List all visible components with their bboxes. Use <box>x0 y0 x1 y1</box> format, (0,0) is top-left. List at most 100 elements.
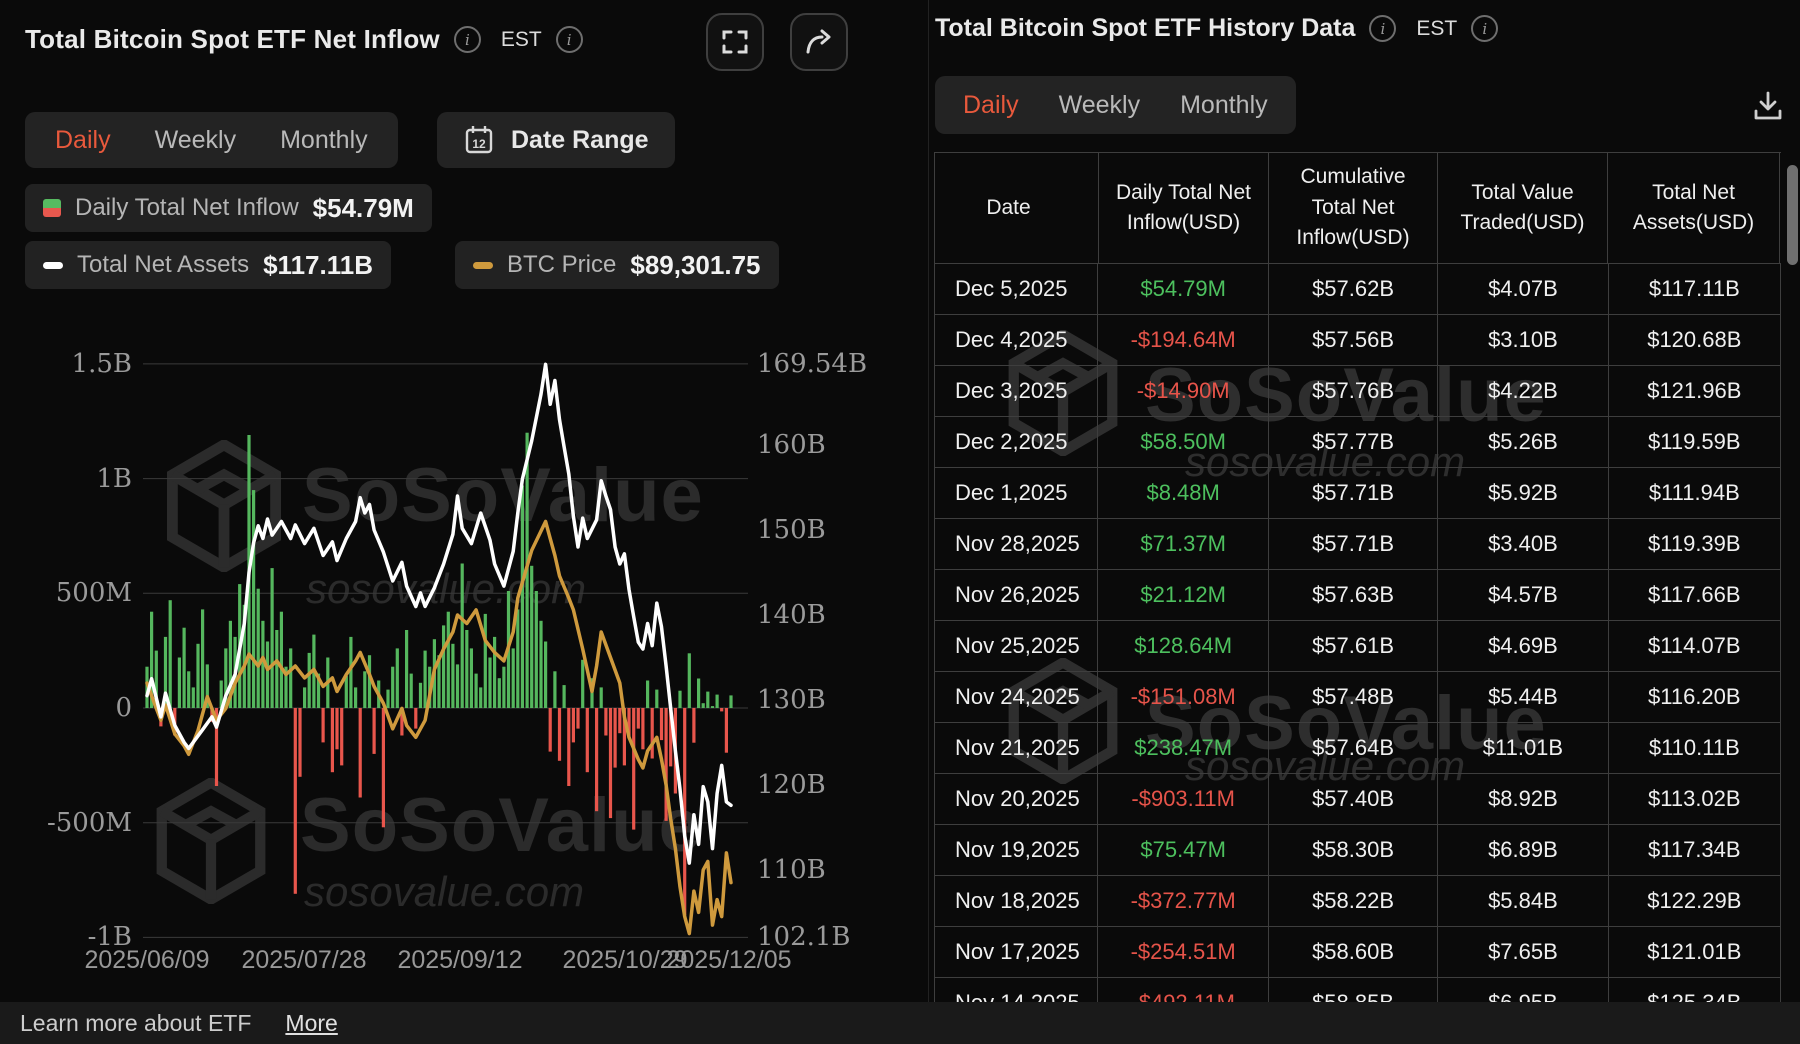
table-row[interactable]: Nov 24,2025-$151.08M$57.48B$5.44B$116.20… <box>935 672 1781 723</box>
assets-cell: $113.02B <box>1609 774 1781 824</box>
inflow-bar-positive <box>275 630 278 708</box>
inflow-bar-negative <box>604 708 607 736</box>
table-row[interactable]: Nov 26,2025$21.12M$57.63B$4.57B$117.66B <box>935 570 1781 621</box>
column-header: Date <box>935 153 1099 263</box>
date-cell: Dec 1,2025 <box>935 468 1098 518</box>
inflow-bar-negative <box>414 708 417 729</box>
inflow-bar-negative <box>720 708 723 711</box>
traded-cell: $3.10B <box>1438 315 1608 365</box>
table-scrollbar[interactable] <box>1787 165 1798 265</box>
inflow-bar-negative <box>660 708 663 740</box>
table-row[interactable]: Dec 5,2025$54.79M$57.62B$4.07B$117.11B <box>935 264 1781 315</box>
inflow-bar-negative <box>586 708 589 772</box>
inflow-bar-positive <box>516 609 519 708</box>
inflow-bar-negative <box>651 708 654 759</box>
table-row[interactable]: Nov 18,2025-$372.77M$58.22B$5.84B$122.29… <box>935 876 1781 927</box>
assets-cell: $119.59B <box>1609 417 1781 467</box>
download-button[interactable] <box>1748 86 1788 126</box>
assets-cell: $117.66B <box>1609 570 1781 620</box>
table-row[interactable]: Nov 19,2025$75.47M$58.30B$6.89B$117.34B <box>935 825 1781 876</box>
inflow-cell: $238.47M <box>1098 723 1268 773</box>
info-icon[interactable]: i <box>1471 15 1498 42</box>
assets-cell: $121.96B <box>1609 366 1781 416</box>
assets-cell: $119.39B <box>1609 519 1781 569</box>
assets-cell: $111.94B <box>1609 468 1781 518</box>
tab-daily[interactable]: Daily <box>963 91 1019 120</box>
cumulative-cell: $57.77B <box>1269 417 1438 467</box>
y-axis-right-tick: 110B <box>757 857 826 883</box>
table-row[interactable]: Dec 4,2025-$194.64M$57.56B$3.10B$120.68B <box>935 315 1781 366</box>
inflow-bar-positive <box>424 651 427 708</box>
info-icon[interactable]: i <box>1369 15 1396 42</box>
table-row[interactable]: Nov 28,2025$71.37M$57.71B$3.40B$119.39B <box>935 519 1781 570</box>
traded-cell: $4.69B <box>1438 621 1608 671</box>
inflow-bar-positive <box>289 648 292 708</box>
inflow-bar-negative <box>609 708 612 818</box>
inflow-bar-positive <box>252 490 255 708</box>
inflow-bar-negative <box>294 708 297 894</box>
net-inflow-chart[interactable] <box>0 0 928 1002</box>
traded-cell: $4.22B <box>1438 366 1608 416</box>
inflow-bar-positive <box>493 637 496 708</box>
cumulative-cell: $58.60B <box>1269 927 1438 977</box>
inflow-bar-negative <box>614 708 617 768</box>
y-axis-right-tick: 130B <box>757 687 826 713</box>
inflow-bar-positive <box>655 690 658 708</box>
table-row[interactable]: Nov 25,2025$128.64M$57.61B$4.69B$114.07B <box>935 621 1781 672</box>
inflow-bar-positive <box>447 612 450 708</box>
table-row[interactable]: Nov 17,2025-$254.51M$58.60B$7.65B$121.01… <box>935 927 1781 978</box>
inflow-bar-positive <box>271 568 274 708</box>
table-row[interactable]: Dec 1,2025$8.48M$57.71B$5.92B$111.94B <box>935 468 1781 519</box>
inflow-bar-positive <box>488 658 491 709</box>
download-icon <box>1751 89 1785 123</box>
inflow-bar-positive <box>563 685 566 708</box>
date-cell: Nov 21,2025 <box>935 723 1098 773</box>
table-row[interactable]: Dec 3,2025-$14.90M$57.76B$4.22B$121.96B <box>935 366 1781 417</box>
traded-cell: $4.57B <box>1438 570 1608 620</box>
table-row[interactable]: Dec 2,2025$58.50M$57.77B$5.26B$119.59B <box>935 417 1781 468</box>
inflow-bar-positive <box>461 564 464 709</box>
inflow-bar-positive <box>419 683 422 708</box>
inflow-bar-positive <box>451 644 454 708</box>
column-header: Cumulative Total Net Inflow(USD) <box>1269 153 1438 263</box>
cumulative-cell: $57.48B <box>1269 672 1438 722</box>
assets-cell: $121.01B <box>1609 927 1781 977</box>
table-row[interactable]: Nov 20,2025-$903.11M$57.40B$8.92B$113.02… <box>935 774 1781 825</box>
inflow-bar-positive <box>354 687 357 708</box>
assets-cell: $116.20B <box>1609 672 1781 722</box>
y-axis-left-tick: -500M <box>22 810 132 836</box>
inflow-bar-positive <box>386 690 389 708</box>
traded-cell: $3.40B <box>1438 519 1608 569</box>
inflow-bar-negative <box>340 708 343 765</box>
inflow-bar-positive <box>178 658 181 709</box>
inflow-bar-positive <box>410 674 413 708</box>
date-cell: Dec 2,2025 <box>935 417 1098 467</box>
date-cell: Nov 24,2025 <box>935 672 1098 722</box>
column-header: Total Net Assets(USD) <box>1608 153 1780 263</box>
inflow-cell: $58.50M <box>1098 417 1268 467</box>
more-link[interactable]: More <box>285 1010 337 1037</box>
inflow-bar-positive <box>465 630 468 708</box>
table-period-tabs: Daily Weekly Monthly <box>935 76 1296 134</box>
inflow-bar-positive <box>479 687 482 708</box>
inflow-bar-negative <box>549 708 552 752</box>
cumulative-cell: $57.71B <box>1269 468 1438 518</box>
date-cell: Nov 26,2025 <box>935 570 1098 620</box>
tab-monthly[interactable]: Monthly <box>1180 91 1268 120</box>
inflow-bar-negative <box>373 708 376 754</box>
inflow-bar-positive <box>280 612 283 708</box>
inflow-bar-positive <box>266 642 269 709</box>
tab-weekly[interactable]: Weekly <box>1059 91 1141 120</box>
traded-cell: $7.65B <box>1438 927 1608 977</box>
inflow-bar-negative <box>335 708 338 749</box>
table-row[interactable]: Nov 21,2025$238.47M$57.64B$11.01B$110.11… <box>935 723 1781 774</box>
inflow-bar-negative <box>595 708 598 811</box>
table-header-row: DateDaily Total Net Inflow(USD)Cumulativ… <box>935 153 1781 264</box>
cumulative-cell: $57.56B <box>1269 315 1438 365</box>
inflow-bar-positive <box>544 642 547 709</box>
inflow-bar-positive <box>169 600 172 708</box>
inflow-bar-positive <box>539 621 542 708</box>
inflow-bar-positive <box>257 589 260 708</box>
inflow-cell: -$14.90M <box>1098 366 1268 416</box>
inflow-bar-positive <box>470 648 473 708</box>
